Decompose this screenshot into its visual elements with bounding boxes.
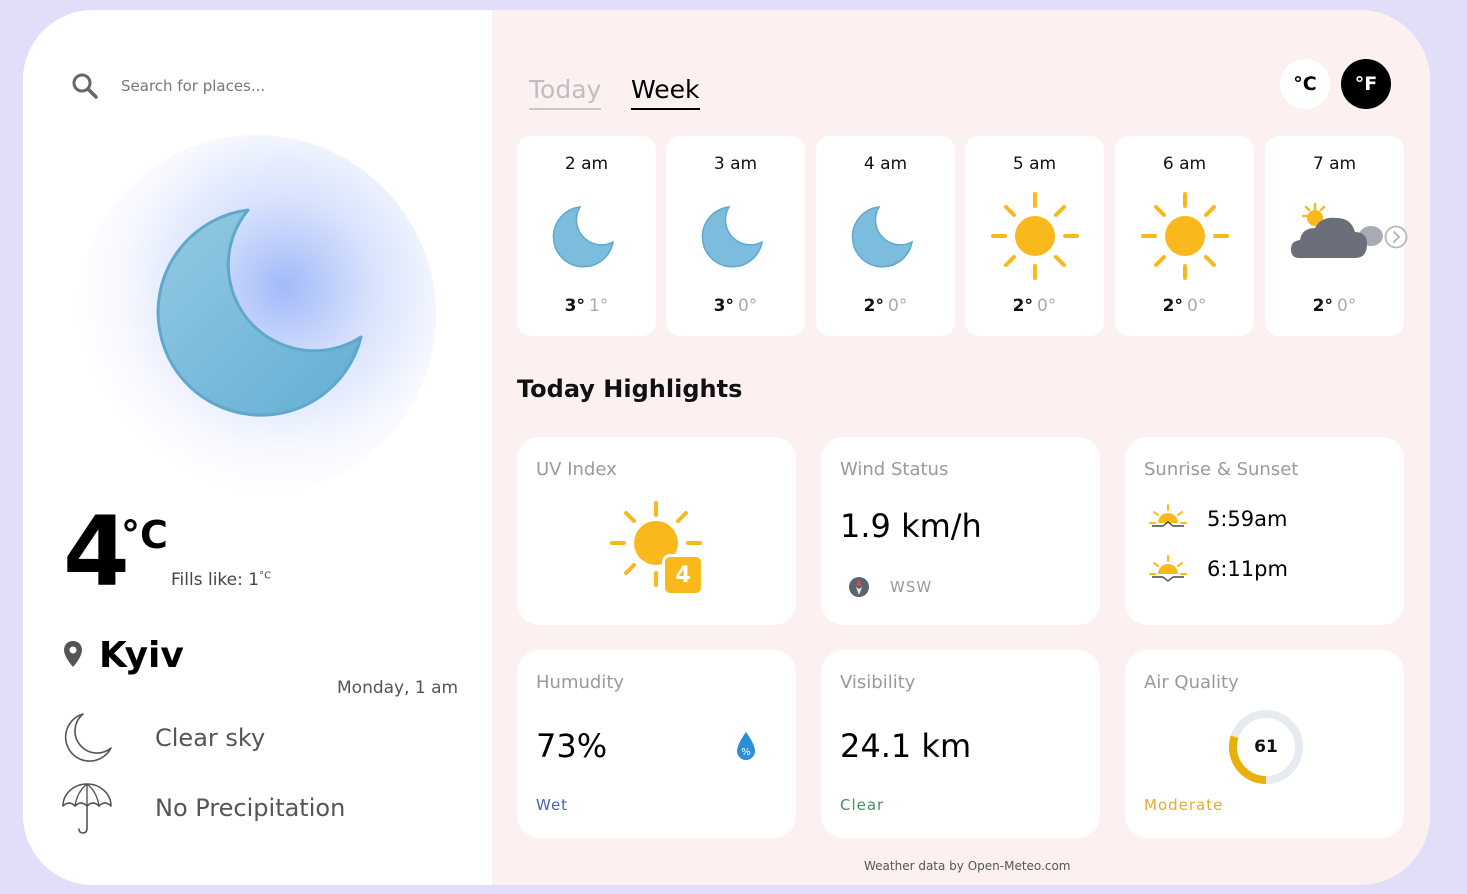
fahrenheit-button[interactable]: °F xyxy=(1341,59,1391,109)
hourly-card[interactable]: 6 am 2° 0° xyxy=(1115,136,1254,336)
hour-temp-low: 0° xyxy=(888,296,908,316)
card-title: Wind Status xyxy=(840,459,949,480)
sunset-time: 6:11pm xyxy=(1207,557,1288,581)
chevron-right-icon[interactable] xyxy=(1384,225,1408,249)
humidity-status: Wet xyxy=(536,796,569,814)
hour-time: 2 am xyxy=(564,154,609,174)
hour-temp-high: 2° xyxy=(1312,296,1333,316)
condition-text: Clear sky xyxy=(155,724,266,752)
hour-temps: 3° 1° xyxy=(517,296,656,316)
city-name: Kyiv xyxy=(99,635,184,676)
search-icon[interactable] xyxy=(70,71,100,101)
temperature-unit: °C xyxy=(121,513,168,557)
uv-index-card: UV Index 4 xyxy=(517,437,796,625)
sunrise-sunset-card: Sunrise & Sunset 5:59am 6:11pm xyxy=(1125,437,1404,625)
wind-speed: 1.9 km/h xyxy=(840,507,982,545)
hour-temp-low: 0° xyxy=(1187,296,1207,316)
svg-text:%: % xyxy=(741,747,751,758)
hour-time: 6 am xyxy=(1162,154,1207,174)
forecast-panel: Today Week °C °F 2 am 3° 1° 3 am 3° 0° 4 a… xyxy=(492,10,1430,885)
card-title: Air Quality xyxy=(1144,672,1239,693)
hour-temp-low: 0° xyxy=(1037,296,1057,316)
visibility-value: 24.1 km xyxy=(840,727,972,765)
hour-temps: 2° 0° xyxy=(965,296,1104,316)
search-input[interactable] xyxy=(119,76,423,96)
card-title: Humudity xyxy=(536,672,625,693)
location-pin-icon xyxy=(64,641,82,667)
umbrella-icon xyxy=(62,783,112,834)
card-title: Visibility xyxy=(840,672,916,693)
current-temperature: 4 xyxy=(63,496,130,608)
feels-like: Fills like: 1°C xyxy=(171,570,271,590)
feels-like-label: Fills like: 1 xyxy=(171,570,260,590)
moon-icon xyxy=(552,206,615,268)
sun-icon xyxy=(991,192,1079,280)
hourly-card[interactable]: 5 am 2° 0° xyxy=(965,136,1104,336)
hour-temps: 3° 0° xyxy=(666,296,805,316)
wind-status-card: Wind Status 1.9 km/h WSW xyxy=(821,437,1100,625)
hour-temp-high: 3° xyxy=(564,296,585,316)
feels-like-unit: °C xyxy=(259,570,272,582)
sunrise-time: 5:59am xyxy=(1207,507,1288,531)
hourly-card[interactable]: 2 am 3° 1° xyxy=(517,136,656,336)
sun-icon xyxy=(1141,192,1229,280)
hour-time: 4 am xyxy=(863,154,908,174)
moon-icon xyxy=(156,208,363,417)
air-quality-card: Air Quality 61 Moderate xyxy=(1125,650,1404,838)
visibility-status: Clear xyxy=(840,796,885,814)
moon-outline-icon xyxy=(64,713,112,762)
cloud-sun-icon xyxy=(1291,202,1383,258)
hour-temps: 2° 0° xyxy=(1265,296,1404,316)
hour-temp-high: 2° xyxy=(1162,296,1183,316)
search-bar xyxy=(70,70,450,102)
condition-row: Clear sky xyxy=(59,710,265,766)
humidity-card: Humudity 73% % Wet xyxy=(517,650,796,838)
hour-temp-low: 0° xyxy=(738,296,758,316)
hour-time: 7 am xyxy=(1312,154,1357,174)
hour-temp-high: 3° xyxy=(713,296,734,316)
hour-time: 5 am xyxy=(1012,154,1057,174)
celsius-button[interactable]: °C xyxy=(1280,59,1330,109)
hour-temp-high: 2° xyxy=(863,296,884,316)
current-weather-panel: 4 °C Fills like: 1°C Kyiv Monday, 1 am C… xyxy=(23,10,492,885)
air-quality-value: 61 xyxy=(1254,737,1278,757)
hour-temp-high: 2° xyxy=(1012,296,1033,316)
hourly-card[interactable]: 3 am 3° 0° xyxy=(666,136,805,336)
hour-temps: 2° 0° xyxy=(1115,296,1254,316)
precipitation-text: No Precipitation xyxy=(155,794,346,822)
compass-icon xyxy=(849,577,869,597)
wind-direction: WSW xyxy=(890,578,933,596)
sunset-icon xyxy=(1149,555,1187,582)
card-title: Sunrise & Sunset xyxy=(1144,459,1299,480)
highlights-title: Today Highlights xyxy=(517,375,743,403)
footer-attribution: Weather data by Open-Meteo.com xyxy=(864,859,1071,873)
hour-time: 3 am xyxy=(713,154,758,174)
tab-week[interactable]: Week xyxy=(631,75,700,110)
weather-app: 4 °C Fills like: 1°C Kyiv Monday, 1 am C… xyxy=(23,10,1430,885)
hour-temp-low: 0° xyxy=(1337,296,1357,316)
air-quality-status: Moderate xyxy=(1144,796,1224,814)
hourly-card[interactable]: 4 am 2° 0° xyxy=(816,136,955,336)
visibility-card: Visibility 24.1 km Clear xyxy=(821,650,1100,838)
moon-icon xyxy=(851,206,914,268)
hour-temps: 2° 0° xyxy=(816,296,955,316)
current-datetime: Monday, 1 am xyxy=(337,678,459,698)
card-title: UV Index xyxy=(536,459,617,480)
humidity-drop-icon: % xyxy=(737,732,755,760)
precipitation-row: No Precipitation xyxy=(59,780,345,836)
hour-temp-low: 1° xyxy=(589,296,609,316)
moon-icon xyxy=(701,206,764,268)
uv-index-value: 4 xyxy=(662,554,704,596)
sunrise-icon xyxy=(1149,504,1187,527)
tab-today[interactable]: Today xyxy=(529,75,602,110)
humidity-value: 73% xyxy=(536,727,608,765)
